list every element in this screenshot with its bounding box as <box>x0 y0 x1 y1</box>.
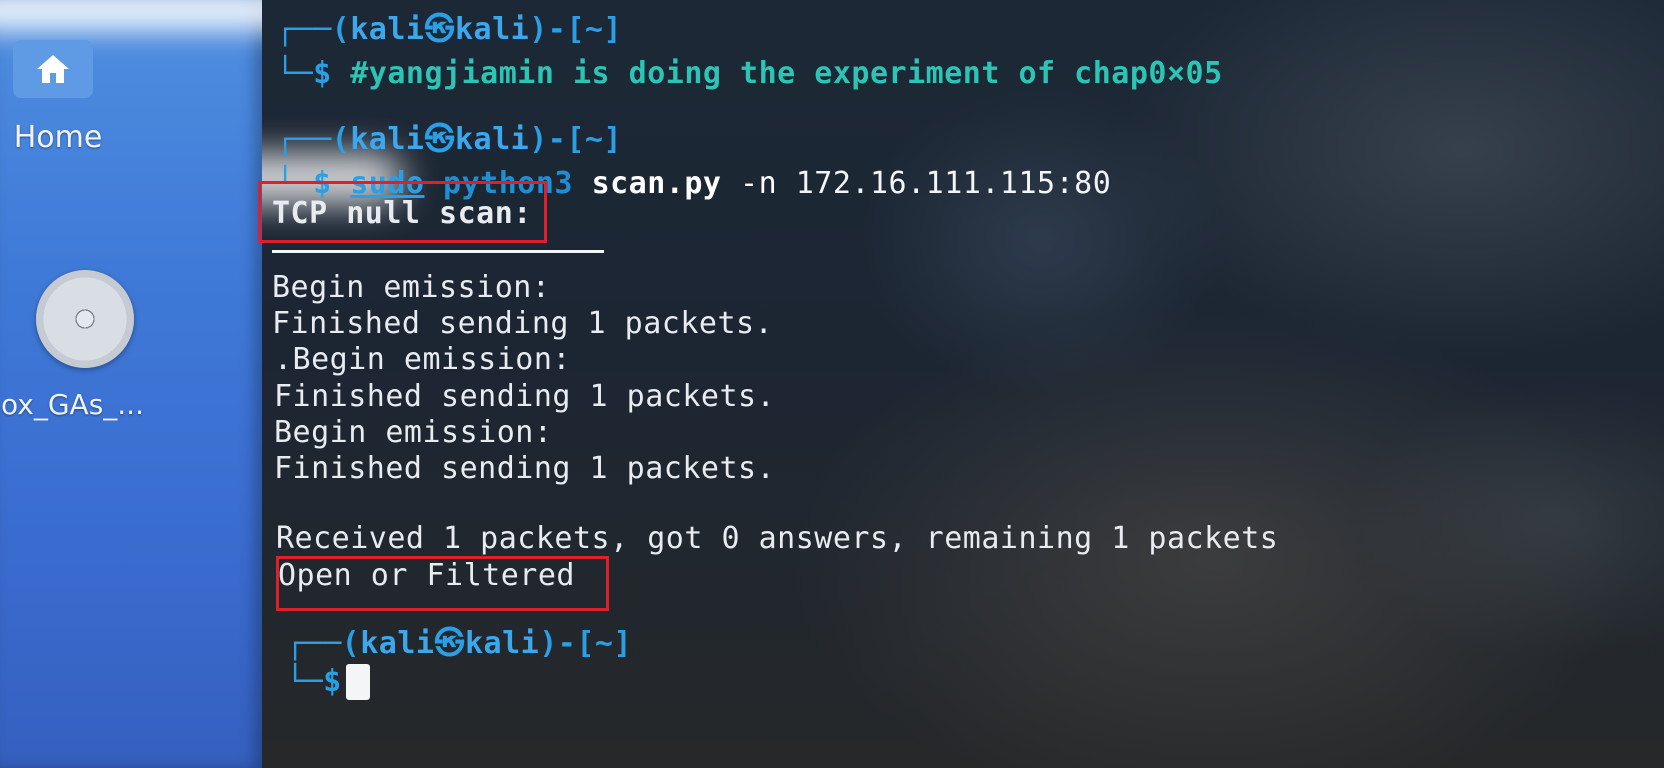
desktop-icon-label: ox_GAs_... <box>1 388 144 421</box>
received-summary: Received 1 packets, got 0 answers, remai… <box>276 521 1279 556</box>
screen: Home ox_GAs_... ┌──(kali㉿kali)-[~] └─$ #… <box>0 0 1664 768</box>
prompt-user: kali <box>360 626 435 661</box>
command-comment: #yangjiamin is doing the experiment of c… <box>350 56 1223 91</box>
prompt-user: kali <box>350 12 425 47</box>
prompt-header: ┌──(kali㉿kali)-[~] <box>276 12 622 48</box>
desktop-icon-vbox-guest-additions[interactable]: ox_GAs_... <box>0 270 170 421</box>
prompt-host: kali <box>465 626 540 661</box>
home-icon <box>13 40 93 98</box>
prompt-cwd: )-[~] <box>529 122 623 157</box>
prompt-cwd: )-[~] <box>529 12 623 47</box>
highlight-box-scan-result <box>276 556 609 611</box>
prompt-corner: ┌──( <box>286 626 361 661</box>
title-underline <box>272 250 604 253</box>
disc-icon <box>36 270 134 368</box>
prompt-at-symbol: ㉿ <box>434 626 465 661</box>
highlight-box-scan-title <box>258 181 547 243</box>
prompt-user: kali <box>350 122 425 157</box>
desktop-icon-home[interactable]: Home <box>8 40 102 155</box>
prompt-at-symbol: ㉿ <box>424 12 455 47</box>
prompt-host: kali <box>455 12 530 47</box>
output-line: Finished sending 1 packets. <box>272 306 774 341</box>
output-line: Begin emission: <box>274 415 553 450</box>
desktop: Home ox_GAs_... <box>0 0 380 768</box>
prompt-input-line: └─$ #yangjiamin is doing the experiment … <box>276 56 1223 92</box>
output-line: Begin emission: <box>272 270 551 305</box>
prompt-host: kali <box>455 122 530 157</box>
command-flag: -n <box>721 166 796 201</box>
output-line: .Begin emission: <box>274 342 571 377</box>
output-line: Finished sending 1 packets. <box>274 379 776 414</box>
command-target: 172.16.111.115:80 <box>795 166 1112 201</box>
prompt-cwd: )-[~] <box>539 626 633 661</box>
desktop-icon-label: Home <box>13 120 103 155</box>
terminal-cursor[interactable] <box>346 664 370 700</box>
prompt-dollar: $ <box>313 56 351 91</box>
prompt-header: ┌──(kali㉿kali)-[~] <box>286 626 632 662</box>
house-glyph <box>37 55 69 83</box>
prompt-at-symbol: ㉿ <box>424 122 455 157</box>
output-line: Finished sending 1 packets. <box>274 451 776 486</box>
prompt-corner: └─ <box>286 664 324 699</box>
command-script: scan.py <box>591 166 722 201</box>
prompt-header: ┌──(kali㉿kali)-[~] <box>276 122 622 158</box>
prompt-corner: ┌──( <box>276 12 351 47</box>
prompt-corner: ┌──( <box>276 122 351 157</box>
prompt-corner: └─ <box>276 56 314 91</box>
